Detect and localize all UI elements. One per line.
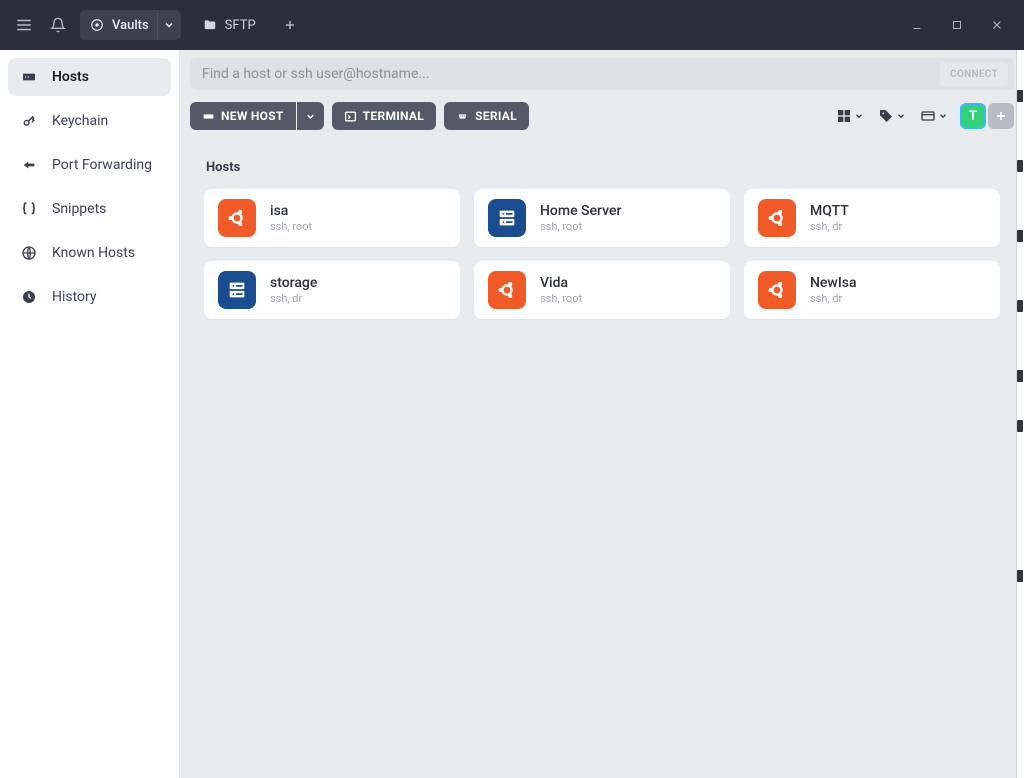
chevron-down-icon bbox=[854, 111, 864, 121]
host-os-icon bbox=[758, 271, 796, 309]
sidebar-item-known-hosts[interactable]: Known Hosts bbox=[8, 234, 171, 272]
host-os-icon bbox=[758, 199, 796, 237]
sidebar-item-label: History bbox=[52, 289, 97, 305]
hosts-icon bbox=[20, 68, 38, 86]
sidebar-item-label: Keychain bbox=[52, 113, 108, 129]
sidebar-item-history[interactable]: History bbox=[8, 278, 171, 316]
view-grid-toggle[interactable] bbox=[834, 103, 866, 129]
sidebar-item-port-forwarding[interactable]: Port Forwarding bbox=[8, 146, 171, 184]
tag-icon bbox=[878, 108, 894, 124]
host-subtitle: ssh, root bbox=[540, 292, 582, 305]
host-card[interactable]: isassh, root bbox=[204, 189, 460, 247]
host-name: NewIsa bbox=[810, 275, 857, 291]
braces-icon bbox=[20, 200, 38, 218]
host-subtitle: ssh, root bbox=[270, 220, 312, 233]
vault-icon bbox=[90, 18, 104, 32]
host-card[interactable]: Home Serverssh, root bbox=[474, 189, 730, 247]
minimize-icon[interactable] bbox=[902, 10, 932, 40]
sidebar: Hosts Keychain Port Forwarding Snippets … bbox=[0, 50, 180, 778]
tab-vaults[interactable]: Vaults bbox=[80, 10, 181, 40]
globe-icon bbox=[20, 244, 38, 262]
sidebar-item-label: Known Hosts bbox=[52, 245, 135, 261]
hosts-grid: isassh, rootHome Serverssh, rootMQTTssh,… bbox=[204, 189, 1000, 319]
host-subtitle: ssh, dr bbox=[270, 292, 317, 305]
host-card[interactable]: NewIsassh, dr bbox=[744, 261, 1000, 319]
new-host-button[interactable]: NEW HOST bbox=[190, 102, 296, 130]
titlebar: Vaults SFTP bbox=[0, 0, 1024, 50]
chevron-down-icon[interactable] bbox=[157, 10, 181, 40]
sidebar-item-label: Snippets bbox=[52, 201, 106, 217]
close-icon[interactable] bbox=[982, 10, 1012, 40]
chevron-down-icon bbox=[896, 111, 906, 121]
clock-icon bbox=[20, 288, 38, 306]
sidebar-item-keychain[interactable]: Keychain bbox=[8, 102, 171, 140]
avatar[interactable]: T bbox=[960, 103, 986, 129]
chevron-down-icon bbox=[305, 111, 316, 122]
host-card[interactable]: MQTTssh, dr bbox=[744, 189, 1000, 247]
host-subtitle: ssh, root bbox=[540, 220, 621, 233]
terminal-button[interactable]: TERMINAL bbox=[332, 102, 436, 130]
edge-strip bbox=[1016, 50, 1024, 778]
card-icon bbox=[920, 108, 936, 124]
terminal-icon bbox=[344, 110, 357, 123]
host-subtitle: ssh, dr bbox=[810, 220, 849, 233]
bell-icon[interactable] bbox=[46, 13, 70, 37]
tag-filter[interactable] bbox=[876, 103, 908, 129]
folder-icon bbox=[203, 18, 217, 32]
add-tab-icon[interactable] bbox=[278, 13, 302, 37]
connect-button[interactable]: CONNECT bbox=[940, 62, 1008, 86]
maximize-icon[interactable] bbox=[942, 10, 972, 40]
add-account-button[interactable] bbox=[988, 103, 1014, 129]
host-name: MQTT bbox=[810, 203, 849, 219]
grid-icon bbox=[836, 108, 852, 124]
sidebar-item-label: Port Forwarding bbox=[52, 157, 152, 173]
forward-icon bbox=[20, 156, 38, 174]
host-name: storage bbox=[270, 275, 317, 291]
tab-vaults-label: Vaults bbox=[112, 18, 149, 33]
serial-button[interactable]: SERIAL bbox=[444, 102, 529, 130]
host-subtitle: ssh, dr bbox=[810, 292, 857, 305]
host-os-icon bbox=[488, 199, 526, 237]
content: Hosts isassh, rootHome Serverssh, rootMQ… bbox=[180, 142, 1024, 778]
host-name: Home Server bbox=[540, 203, 621, 219]
host-os-icon bbox=[218, 271, 256, 309]
host-card[interactable]: storagessh, dr bbox=[204, 261, 460, 319]
tab-sftp-label: SFTP bbox=[225, 18, 256, 33]
sidebar-item-snippets[interactable]: Snippets bbox=[8, 190, 171, 228]
search-input[interactable] bbox=[202, 66, 940, 82]
new-host-dropdown[interactable] bbox=[297, 102, 324, 130]
host-name: Vida bbox=[540, 275, 582, 291]
chevron-down-icon bbox=[938, 111, 948, 121]
search-bar: CONNECT bbox=[190, 58, 1014, 90]
new-host-icon bbox=[202, 110, 215, 123]
section-title: Hosts bbox=[206, 160, 1000, 175]
sidebar-item-hosts[interactable]: Hosts bbox=[8, 58, 171, 96]
serial-icon bbox=[456, 110, 469, 123]
hamburger-icon[interactable] bbox=[12, 13, 36, 37]
sort-filter[interactable] bbox=[918, 103, 950, 129]
host-name: isa bbox=[270, 203, 312, 219]
host-os-icon bbox=[218, 199, 256, 237]
sidebar-item-label: Hosts bbox=[52, 69, 89, 85]
toolbar: NEW HOST TERMINAL SERIAL bbox=[180, 90, 1024, 142]
key-icon bbox=[20, 112, 38, 130]
plus-icon bbox=[994, 109, 1008, 123]
main-panel: CONNECT NEW HOST TERMINAL SERIAL bbox=[180, 50, 1024, 778]
tab-sftp[interactable]: SFTP bbox=[191, 10, 268, 40]
host-card[interactable]: Vidassh, root bbox=[474, 261, 730, 319]
host-os-icon bbox=[488, 271, 526, 309]
